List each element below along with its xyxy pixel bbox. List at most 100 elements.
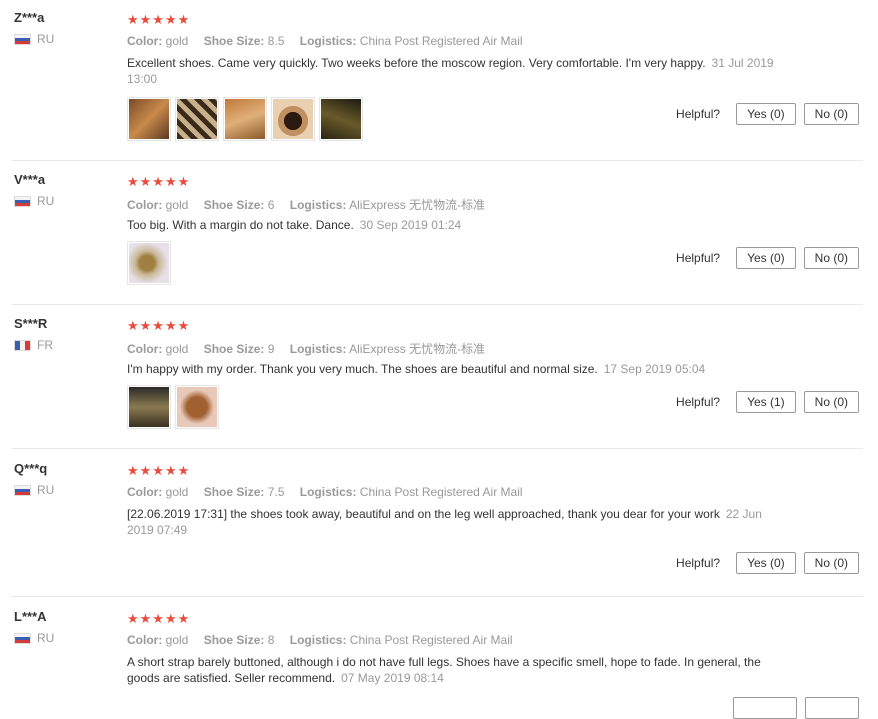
review-content: I'm happy with my order. Thank you very … — [127, 362, 598, 376]
review-photo[interactable] — [127, 97, 171, 141]
flag-icon — [14, 484, 31, 496]
helpful-yes-button[interactable]: Yes (1) — [736, 391, 796, 413]
review-content: [22.06.2019 17:31] the shoes took away, … — [127, 507, 720, 521]
flag-icon — [14, 632, 31, 644]
reviewer-country: RU — [14, 32, 54, 46]
logistics-value: China Post Registered Air Mail — [349, 633, 513, 647]
order-attributes: Color: gold Shoe Size: 9 Logistics: AliE… — [127, 340, 485, 357]
helpful-yes-button[interactable]: Yes (0) — [736, 552, 796, 574]
reviewer-country: RU — [14, 483, 54, 497]
helpful-yes-button[interactable]: Yes (0) — [736, 247, 796, 269]
flag-icon — [14, 339, 31, 351]
review-text: [22.06.2019 17:31] the shoes took away, … — [127, 506, 777, 538]
reviewer-name: S***R — [14, 316, 48, 331]
helpful-vote: Helpful? Yes (0) No (0) — [676, 247, 859, 269]
color-value: gold — [165, 633, 189, 647]
logistics-value: AliExpress 无忧物流-标准 — [349, 342, 486, 356]
divider — [12, 596, 863, 597]
review-date: 30 Sep 2019 01:24 — [359, 218, 462, 232]
review-photo[interactable] — [319, 97, 363, 141]
helpful-yes-button[interactable]: Yes (0) — [736, 103, 796, 125]
review-photo[interactable] — [175, 97, 219, 141]
color-label: Color: — [127, 633, 163, 647]
flag-icon — [14, 195, 31, 207]
shoe-size-label: Shoe Size: — [203, 198, 265, 212]
helpful-vote: Helpful? Yes (0) No (0) — [676, 103, 859, 125]
review-photo[interactable] — [271, 97, 315, 141]
helpful-no-button[interactable]: No (0) — [803, 391, 859, 413]
logistics-value: AliExpress 无忧物流-标准 — [349, 198, 486, 212]
order-attributes: Color: gold Shoe Size: 7.5 Logistics: Ch… — [127, 485, 523, 499]
shoe-size-value: 9 — [267, 342, 275, 356]
star-rating: ★★★★★ — [127, 12, 191, 27]
country-code: FR — [37, 338, 53, 352]
logistics-value: China Post Registered Air Mail — [359, 485, 523, 499]
review-photo[interactable] — [127, 241, 171, 285]
flag-icon — [14, 33, 31, 45]
review-date: 17 Sep 2019 05:04 — [603, 362, 706, 376]
shoe-size-label: Shoe Size: — [203, 485, 265, 499]
shoe-size-value: 7.5 — [267, 485, 285, 499]
logistics-label: Logistics: — [289, 198, 347, 212]
partial-star-icon: ★ — [177, 318, 191, 333]
logistics-label: Logistics: — [299, 34, 357, 48]
review-photo[interactable] — [223, 97, 267, 141]
order-attributes: Color: gold Shoe Size: 8.5 Logistics: Ch… — [127, 34, 523, 48]
divider — [12, 304, 863, 305]
divider — [12, 160, 863, 161]
color-label: Color: — [127, 34, 163, 48]
color-label: Color: — [127, 485, 163, 499]
reviewer-country: RU — [14, 194, 54, 208]
review-content: Too big. With a margin do not take. Danc… — [127, 218, 354, 232]
color-value: gold — [165, 485, 189, 499]
review-content: Excellent shoes. Came very quickly. Two … — [127, 56, 706, 70]
reviewer-name: L***A — [14, 609, 47, 624]
helpful-vote — [725, 697, 859, 719]
helpful-vote: Helpful? Yes (0) No (0) — [676, 552, 859, 574]
helpful-no-button[interactable] — [805, 697, 859, 719]
order-attributes: Color: gold Shoe Size: 6 Logistics: AliE… — [127, 196, 485, 213]
logistics-value: China Post Registered Air Mail — [359, 34, 523, 48]
reviewer-name: Q***q — [14, 461, 48, 476]
star-rating: ★★★★★ — [127, 174, 191, 189]
shoe-size-label: Shoe Size: — [203, 633, 265, 647]
country-code: RU — [37, 483, 55, 497]
review-text: Excellent shoes. Came very quickly. Two … — [127, 55, 777, 87]
review-photos — [127, 97, 363, 141]
shoe-size-value: 8 — [267, 633, 275, 647]
star-rating: ★★★★★ — [127, 318, 191, 333]
helpful-label: Helpful? — [676, 395, 721, 409]
review-photos — [127, 385, 219, 429]
review-date: 07 May 2019 08:14 — [341, 671, 444, 685]
helpful-label: Helpful? — [676, 556, 721, 570]
color-value: gold — [165, 198, 189, 212]
country-code: RU — [37, 194, 55, 208]
review-photo[interactable] — [175, 385, 219, 429]
helpful-no-button[interactable]: No (0) — [803, 103, 859, 125]
logistics-label: Logistics: — [299, 485, 357, 499]
logistics-label: Logistics: — [289, 342, 347, 356]
country-code: RU — [37, 631, 55, 645]
color-value: gold — [165, 34, 189, 48]
color-value: gold — [165, 342, 189, 356]
color-label: Color: — [127, 342, 163, 356]
review-photo[interactable] — [127, 385, 171, 429]
shoe-size-value: 6 — [267, 198, 275, 212]
helpful-vote: Helpful? Yes (1) No (0) — [676, 391, 859, 413]
helpful-no-button[interactable]: No (0) — [803, 552, 859, 574]
order-attributes: Color: gold Shoe Size: 8 Logistics: Chin… — [127, 633, 513, 647]
star-rating: ★★★★★ — [127, 463, 191, 478]
shoe-size-label: Shoe Size: — [203, 342, 265, 356]
review-text: Too big. With a margin do not take. Danc… — [127, 217, 777, 233]
helpful-label: Helpful? — [676, 107, 721, 121]
logistics-label: Logistics: — [289, 633, 347, 647]
star-rating: ★★★★★ — [127, 611, 191, 626]
helpful-yes-button[interactable] — [733, 697, 797, 719]
shoe-size-label: Shoe Size: — [203, 34, 265, 48]
reviewer-name: V***a — [14, 172, 46, 187]
helpful-label: Helpful? — [676, 251, 721, 265]
helpful-no-button[interactable]: No (0) — [803, 247, 859, 269]
reviewer-country: RU — [14, 631, 54, 645]
divider — [12, 448, 863, 449]
shoe-size-value: 8.5 — [267, 34, 285, 48]
